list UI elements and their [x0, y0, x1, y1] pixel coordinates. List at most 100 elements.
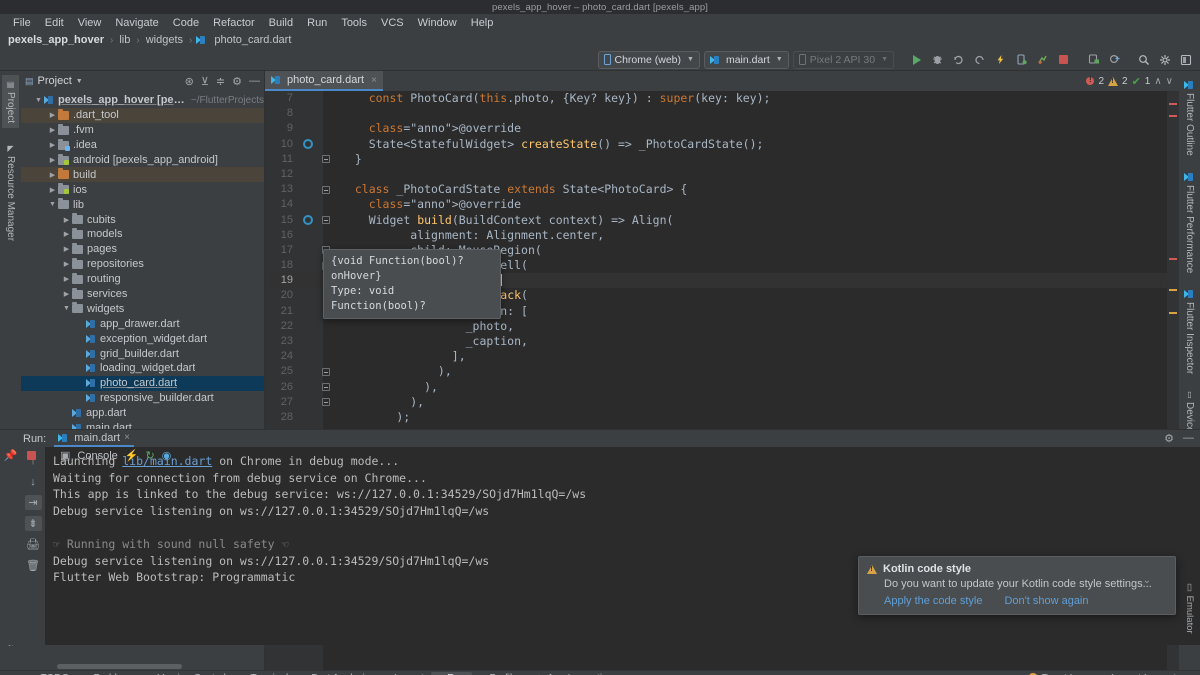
code-line[interactable]: 15 Widget build(BuildContext context) =>…: [265, 213, 1179, 228]
tree-node[interactable]: responsive_builder.dart: [21, 391, 264, 406]
tree-node[interactable]: ▶ build: [21, 167, 264, 183]
tree-node[interactable]: ▶ .dart_tool: [21, 107, 264, 123]
fold-marker[interactable]: [317, 155, 335, 164]
chevron-down-icon[interactable]: ⌄: [1143, 575, 1151, 586]
chevron-right-icon[interactable]: ▶: [61, 275, 72, 283]
toolwindow-problems[interactable]: ❶Problems: [76, 672, 142, 675]
menu-item-edit[interactable]: Edit: [38, 16, 71, 30]
chevron-down-icon[interactable]: ▼: [61, 305, 72, 312]
chevron-right-icon[interactable]: ▶: [47, 126, 58, 134]
search-icon[interactable]: [1135, 51, 1152, 68]
device-file-explorer-icon[interactable]: [1085, 51, 1102, 68]
run-gutter-icon[interactable]: [303, 139, 313, 150]
stripe-warning-mark[interactable]: [1169, 289, 1177, 291]
apply-code-style-link[interactable]: Apply the code style: [884, 595, 982, 607]
code-line[interactable]: 9 class="anno">@override: [265, 121, 1179, 136]
sdk-manager-icon[interactable]: [1106, 51, 1123, 68]
chevron-down-icon[interactable]: ▼: [76, 78, 83, 85]
tree-node[interactable]: ▶ .fvm: [21, 123, 264, 138]
hide-icon[interactable]: —: [1183, 432, 1194, 445]
menu-item-refactor[interactable]: Refactor: [206, 16, 262, 30]
rerun-icon[interactable]: [950, 51, 967, 68]
chevron-right-icon[interactable]: ▶: [47, 171, 58, 179]
avd-selector[interactable]: Pixel 2 API 30 ▼: [792, 50, 894, 69]
menu-item-view[interactable]: View: [71, 16, 109, 30]
run-icon[interactable]: [908, 51, 925, 68]
close-icon[interactable]: ×: [124, 432, 130, 443]
tree-node[interactable]: exception_widget.dart: [21, 331, 264, 346]
code-line[interactable]: 14 class="anno">@override: [265, 197, 1179, 212]
menu-item-file[interactable]: File: [6, 16, 38, 30]
coverage-icon[interactable]: [971, 51, 988, 68]
dont-show-again-link[interactable]: Don't show again: [1004, 595, 1088, 607]
fold-marker[interactable]: [317, 216, 335, 225]
tree-node[interactable]: grid_builder.dart: [21, 346, 264, 361]
gutter-marker[interactable]: [299, 215, 317, 226]
collapse-icon[interactable]: ⊻: [201, 75, 209, 88]
scrollbar-thumb[interactable]: [57, 664, 182, 669]
chevron-right-icon[interactable]: ▶: [47, 111, 58, 119]
fold-marker[interactable]: [317, 398, 335, 407]
toolwindow-todo[interactable]: ▤TODO: [23, 672, 76, 675]
breadcrumb-widgets[interactable]: widgets: [144, 34, 185, 46]
code-line[interactable]: 26 ),: [265, 380, 1179, 395]
code-line[interactable]: 23 _caption,: [265, 334, 1179, 349]
tree-node[interactable]: ▼ pexels_app_hover [pexels_app] ~/FlutterP…: [21, 93, 264, 108]
chevron-right-icon[interactable]: ▶: [61, 216, 72, 224]
sidebar-tab-flutter-inspector[interactable]: Flutter Inspector: [1181, 284, 1199, 379]
code-line[interactable]: 8: [265, 106, 1179, 121]
code-line[interactable]: 27 ),: [265, 395, 1179, 410]
stripe-warning-mark[interactable]: [1169, 312, 1177, 314]
menu-item-tools[interactable]: Tools: [334, 16, 374, 30]
fold-toggle-icon[interactable]: [322, 383, 330, 392]
soft-wrap-icon[interactable]: ⇥: [24, 495, 42, 510]
gear-icon[interactable]: ⚙: [1164, 432, 1174, 445]
sidebar-tab-emulator[interactable]: ▯ Emulator: [1184, 582, 1195, 634]
tree-node[interactable]: app.dart: [21, 406, 264, 421]
hot-reload-icon[interactable]: ⚡: [125, 449, 139, 462]
hot-restart-icon[interactable]: ↻: [145, 449, 154, 462]
fold-toggle-icon[interactable]: [322, 398, 330, 407]
project-structure-icon[interactable]: [1177, 51, 1194, 68]
console-output-panel[interactable]: Launching lib/main.dart on Chrome in deb…: [45, 447, 1200, 645]
tree-node[interactable]: photo_card.dart: [21, 375, 264, 391]
code-line[interactable]: 11 }: [265, 152, 1179, 167]
chevron-down-icon[interactable]: ▼: [33, 97, 44, 104]
toolwindow-layout-inspector[interactable]: ▥Layout Inspector: [1094, 672, 1193, 675]
debug-icon[interactable]: [929, 51, 946, 68]
toolwindow-version-control[interactable]: ⑂Version Control: [143, 672, 233, 675]
menu-item-vcs[interactable]: VCS: [374, 16, 411, 30]
gear-icon[interactable]: ⚙: [232, 75, 242, 88]
prev-problem-icon[interactable]: ∧: [1154, 76, 1161, 87]
code-line[interactable]: 10 State<StatefulWidget> createState() =…: [265, 137, 1179, 152]
toolwindow-run[interactable]: ▶Run: [430, 671, 473, 675]
code-line[interactable]: 16 alignment: Alignment.center,: [265, 228, 1179, 243]
sidebar-tab-flutter-performance[interactable]: Flutter Performance: [1181, 167, 1199, 278]
toolwindow-app-inspection[interactable]: ⬤App Inspection: [528, 672, 620, 675]
stop-icon[interactable]: [27, 451, 36, 460]
chevron-right-icon[interactable]: ▶: [61, 230, 72, 238]
editor-tab-photo-card[interactable]: photo_card.dart ×: [265, 71, 383, 91]
breadcrumb-project[interactable]: pexels_app_hover: [6, 34, 106, 46]
code-line[interactable]: 25 ),: [265, 364, 1179, 379]
menu-item-help[interactable]: Help: [464, 16, 501, 30]
run-configuration-selector[interactable]: main.dart ▼: [703, 50, 789, 69]
code-line[interactable]: 7 const PhotoCard(this.photo, {Key? key}…: [265, 91, 1179, 106]
profile-icon[interactable]: [1034, 51, 1051, 68]
menu-item-code[interactable]: Code: [166, 16, 206, 30]
breadcrumb-file[interactable]: photo_card.dart: [212, 34, 293, 46]
settings-icon[interactable]: [1156, 51, 1173, 68]
tree-node[interactable]: ▶ cubits: [21, 212, 264, 227]
tree-node[interactable]: app_drawer.dart: [21, 316, 264, 331]
chevron-down-icon[interactable]: ▼: [47, 201, 58, 208]
code-line[interactable]: 13 class _PhotoCardState extends State<P…: [265, 182, 1179, 197]
device-target-selector[interactable]: Chrome (web) ▼: [597, 50, 700, 69]
tree-node[interactable]: ▶ services: [21, 287, 264, 302]
chevron-right-icon[interactable]: ▶: [61, 260, 72, 268]
tree-node[interactable]: ▶ .idea: [21, 138, 264, 153]
run-tab-main-dart[interactable]: main.dart ×: [54, 431, 134, 447]
sidebar-tab-resource-manager[interactable]: ◤ Resource Manager: [2, 139, 19, 246]
toolwindow-dart-analysis[interactable]: ◣Dart Analysis: [295, 672, 377, 675]
menu-item-window[interactable]: Window: [411, 16, 464, 30]
fold-marker[interactable]: [317, 383, 335, 392]
